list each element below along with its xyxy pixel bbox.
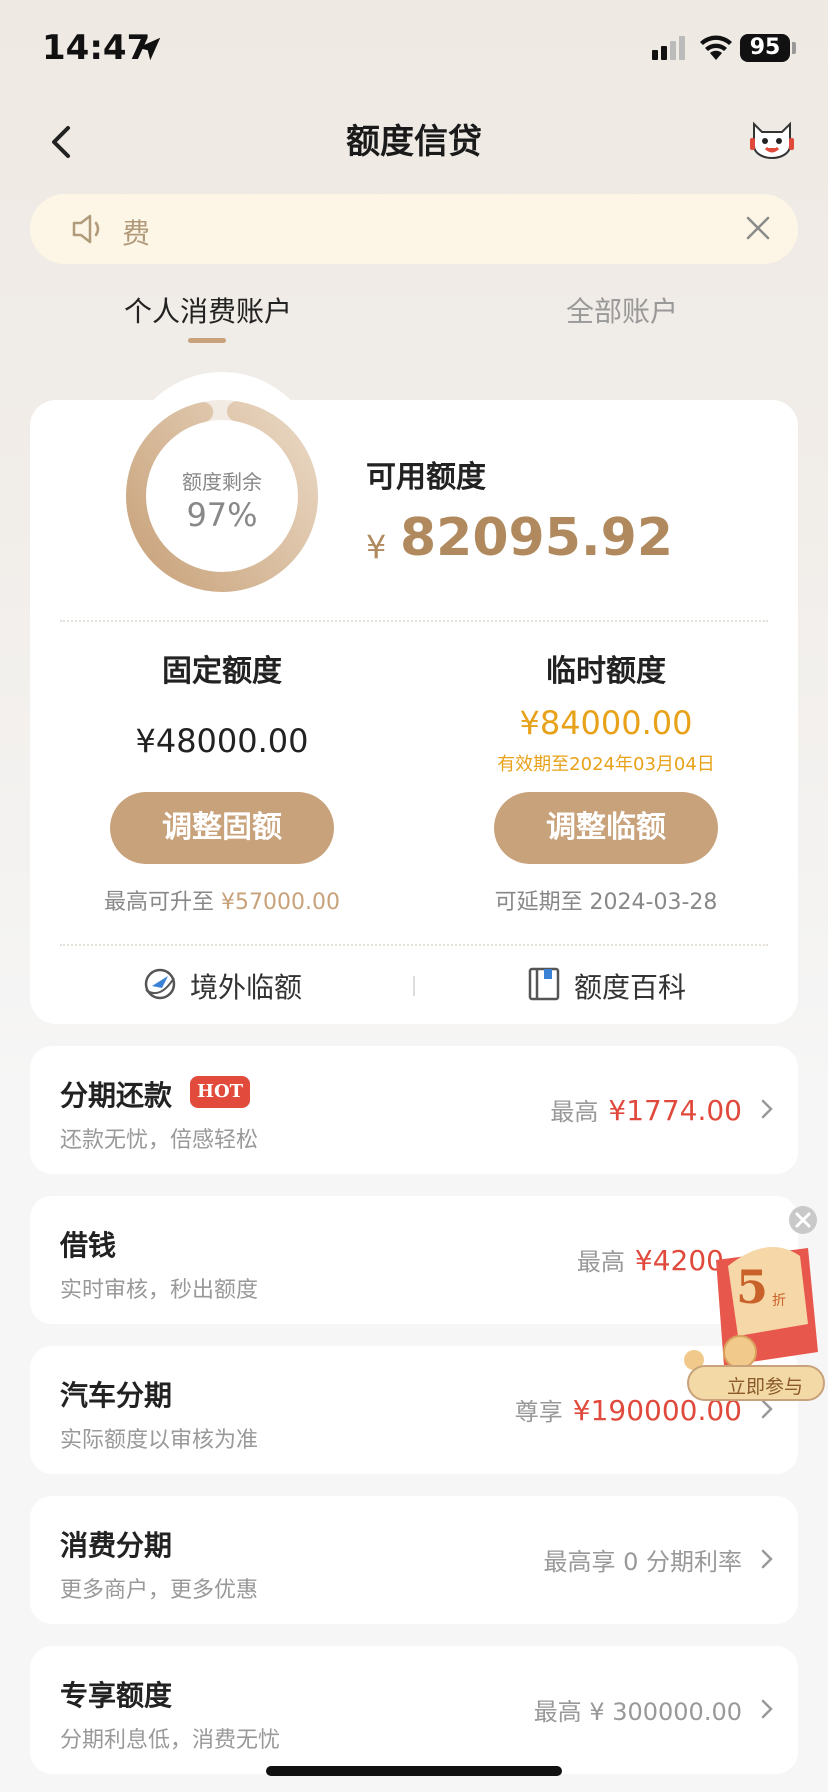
nav-bar: 额度信贷 [0, 96, 828, 176]
fixed-credit-title: 固定额度 [162, 654, 282, 689]
row-subtitle: 分期利息低，消费无忧 [60, 1728, 281, 1753]
temp-credit-title: 临时额度 [546, 654, 666, 689]
row-title: 分期还款 [60, 1079, 173, 1112]
battery-indicator: 95 [740, 34, 790, 62]
list-item-exclusive-credit[interactable]: 专享额度 分期利息低，消费无忧 最高 ¥ 300000.00 [30, 1646, 798, 1774]
row-right-text: 最高 ¥ 300000.00 [533, 1698, 742, 1726]
promo-join-button[interactable]: 立即参与 [706, 1372, 824, 1399]
overseas-temp-credit-label: 境外临额 [190, 971, 303, 1004]
row-subtitle: 还款无忧，倍感轻松 [60, 1128, 259, 1153]
notice-bar[interactable]: 费 [30, 194, 798, 264]
chevron-right-icon [761, 1549, 773, 1569]
hot-badge: HOT [190, 1076, 250, 1108]
account-tabs: 个人消费账户 全部账户 [0, 290, 828, 350]
list-item-installment-repay[interactable]: 分期还款 HOT 还款无忧，倍感轻松 最高 ¥1774.00 [30, 1046, 798, 1174]
temp-extend-note: 可延期至 2024-03-28 [494, 890, 718, 915]
row-title: 专享额度 [60, 1679, 173, 1712]
fixed-credit-amount: ¥48000.00 [135, 722, 309, 760]
temp-valid-until: 有效期至2024年03月04日 [497, 754, 715, 775]
temp-credit-amount: ¥84000.00 [519, 704, 693, 742]
row-right-prefix: 最高 [550, 1098, 599, 1126]
mascot-service-icon[interactable] [748, 116, 796, 160]
adjust-temp-button[interactable]: 调整临额 [494, 792, 718, 864]
book-icon [528, 967, 560, 1001]
row-right-amount: ¥1774.00 [608, 1094, 742, 1127]
tab-all-accounts[interactable]: 全部账户 [566, 290, 678, 330]
speaker-icon [72, 214, 100, 244]
ring-label: 额度剩余 [182, 470, 262, 494]
page-title: 额度信贷 [346, 122, 482, 162]
available-credit-label: 可用额度 [366, 460, 486, 495]
available-currency: ¥ [366, 528, 387, 566]
divider [60, 944, 768, 946]
row-title: 汽车分期 [60, 1379, 173, 1412]
fixed-max-value: ¥57000.00 [221, 890, 340, 915]
link-separator [413, 976, 415, 996]
row-title: 借钱 [60, 1229, 117, 1262]
wifi-icon [700, 35, 732, 60]
promo-floating-banner[interactable]: 5 折 立即参与 [668, 1204, 828, 1404]
credit-wiki-link[interactable]: 额度百科 [526, 964, 706, 1004]
chevron-right-icon [761, 1699, 773, 1719]
credit-wiki-label: 额度百科 [574, 971, 687, 1004]
battery-tip [792, 42, 796, 54]
active-tab-indicator [188, 338, 226, 343]
row-right-prefix: 最高 [576, 1248, 625, 1276]
fixed-max-prefix: 最高可升至 [104, 890, 221, 915]
available-credit-amount: 82095.92 [400, 508, 674, 568]
status-bar: 14:47 95 [0, 0, 828, 96]
notice-text: 费 [122, 217, 151, 250]
cellular-signal-icon [652, 36, 685, 60]
chevron-right-icon [761, 1099, 773, 1119]
row-subtitle: 实时审核，秒出额度 [60, 1278, 259, 1303]
row-right-value: 最高 ¥1774.00 [550, 1092, 742, 1127]
close-icon[interactable] [744, 214, 772, 242]
list-item-consumer-installment[interactable]: 消费分期 更多商户，更多优惠 最高享 0 分期利率 [30, 1496, 798, 1624]
divider [60, 620, 768, 622]
row-right-prefix: 尊享 [514, 1398, 563, 1426]
location-arrow-icon [137, 37, 161, 61]
row-subtitle: 更多商户，更多优惠 [60, 1578, 259, 1603]
promo-discount-unit: 折 [772, 1293, 786, 1309]
overseas-temp-credit-link[interactable]: 境外临额 [142, 964, 322, 1004]
ring-percent: 97% [186, 496, 258, 534]
fixed-max-note: 最高可升至 ¥57000.00 [32, 884, 412, 916]
row-subtitle: 实际额度以审核为准 [60, 1428, 259, 1453]
promo-discount-number: 5 [736, 1260, 769, 1314]
adjust-fixed-button[interactable]: 调整固额 [110, 792, 334, 864]
home-indicator [266, 1766, 562, 1776]
tab-personal-account[interactable]: 个人消费账户 [124, 290, 292, 330]
row-title: 消费分期 [60, 1529, 173, 1562]
globe-plane-icon [144, 968, 176, 1000]
row-right-text: 最高享 0 分期利率 [543, 1548, 742, 1576]
